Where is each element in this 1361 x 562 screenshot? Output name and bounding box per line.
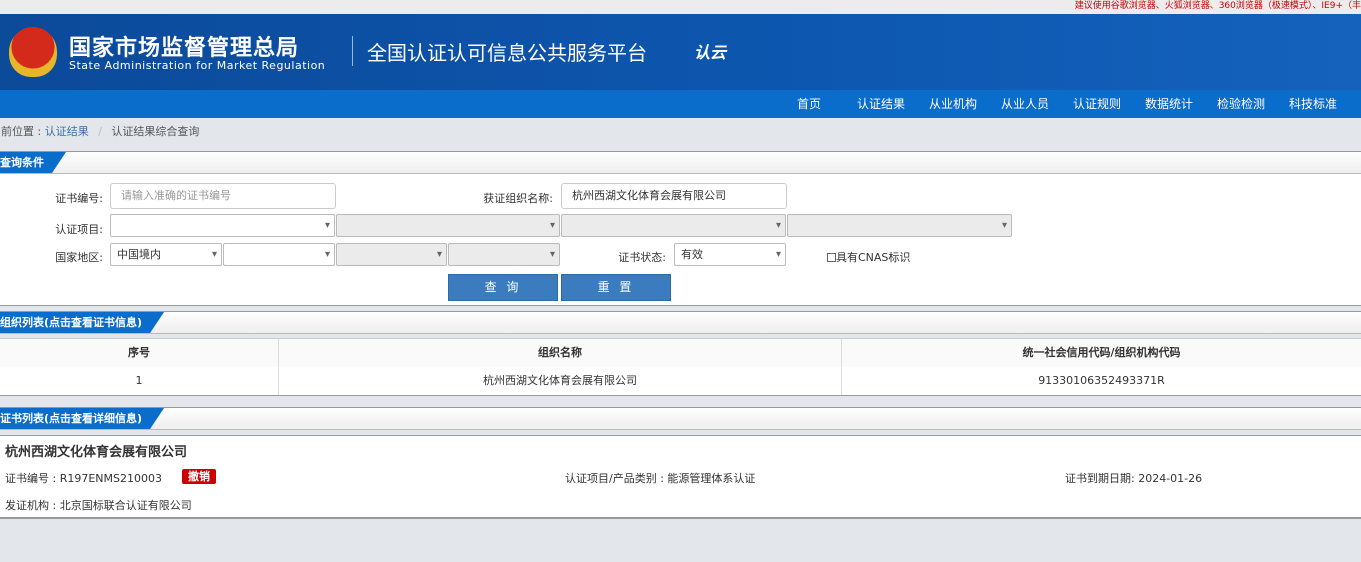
nav-home[interactable]: 首页: [797, 90, 821, 118]
cnas-label: 具有CNAS标识: [836, 251, 911, 264]
region-label: 国家地区:: [55, 251, 103, 264]
org-name-input[interactable]: 杭州西湖文化体育会展有限公司: [561, 183, 787, 209]
project-label: 认证项目:: [55, 223, 103, 236]
cert-card[interactable]: 杭州西湖文化体育会展有限公司 证书编号 : R197ENMS210003 撤销 …: [0, 435, 1361, 519]
section-title: 证书列表(点击查看详细信息): [0, 408, 164, 429]
agency-title-en: State Administration for Market Regulati…: [69, 59, 326, 72]
platform-logo: 认云: [694, 43, 727, 62]
cert-issuer: 发证机构 : 北京国标联合认证有限公司: [5, 499, 192, 512]
project-select-2[interactable]: [336, 214, 560, 237]
cert-number: 证书编号 : R197ENMS210003: [5, 472, 162, 485]
row-credit-code: 91330106352493371R: [1038, 374, 1165, 387]
region-select-4[interactable]: [448, 243, 560, 266]
agency-title: 国家市场监督管理总局: [69, 36, 300, 61]
col-org-name: 组织名称: [279, 339, 842, 367]
nav-statistics[interactable]: 数据统计: [1145, 90, 1193, 118]
status-select[interactable]: 有效: [674, 243, 786, 266]
section-title: 组织列表(点击查看证书信息): [0, 312, 164, 333]
main-nav: 首页 认证结果 从业机构 从业人员 认证规则 数据统计 检验检测 科技标准: [0, 90, 1361, 118]
col-credit-code: 统一社会信用代码/组织机构代码: [842, 339, 1361, 367]
org-name-label: 获证组织名称:: [483, 192, 553, 205]
cert-no-label: 证书编号:: [55, 192, 103, 205]
col-index: 序号: [0, 339, 279, 367]
status-badge: 撤销: [182, 469, 216, 484]
nav-institutions[interactable]: 从业机构: [929, 90, 977, 118]
cert-no-input[interactable]: 请输入准确的证书编号: [110, 183, 336, 209]
nav-standards[interactable]: 科技标准: [1289, 90, 1337, 118]
browser-tip: 建议使用谷歌浏览器、火狐浏览器、360浏览器（极速模式）、IE9+（丰: [1074, 1, 1361, 11]
project-select-4[interactable]: [787, 214, 1012, 237]
table-header: 序号 组织名称 统一社会信用代码/组织机构代码: [0, 339, 1361, 367]
org-table: 序号 组织名称 统一社会信用代码/组织机构代码 1 杭州西湖文化体育会展有限公司…: [0, 338, 1361, 396]
region-select-2[interactable]: [223, 243, 335, 266]
breadcrumb: 当前位置 : 认证结果 / 认证结果综合查询: [0, 118, 1351, 150]
project-select-1[interactable]: [110, 214, 335, 237]
cert-list-section-header: 证书列表(点击查看详细信息): [0, 407, 1361, 430]
query-form: 证书编号: 请输入准确的证书编号 获证组织名称: 杭州西湖文化体育会展有限公司 …: [0, 174, 1361, 306]
breadcrumb-current: 认证结果综合查询: [111, 125, 200, 138]
breadcrumb-cert-results[interactable]: 认证结果: [45, 125, 89, 138]
nav-personnel[interactable]: 从业人员: [1001, 90, 1049, 118]
platform-title: 全国认证认可信息公共服务平台: [367, 41, 647, 65]
breadcrumb-prefix: 当前位置 :: [0, 125, 42, 138]
header-banner: 国家市场监督管理总局 State Administration for Mark…: [0, 14, 1361, 90]
search-button[interactable]: 查 询: [448, 274, 558, 301]
nav-cert-results[interactable]: 认证结果: [857, 90, 905, 118]
status-label: 证书状态:: [618, 251, 666, 264]
divider: [352, 36, 353, 66]
table-row[interactable]: 1 杭州西湖文化体育会展有限公司 91330106352493371R: [0, 367, 1361, 395]
region-select-3[interactable]: [336, 243, 447, 266]
cert-project: 认证项目/产品类别 : 能源管理体系认证: [565, 472, 756, 485]
org-list-section-header: 组织列表(点击查看证书信息): [0, 311, 1361, 334]
breadcrumb-sep: /: [98, 125, 102, 138]
reset-button[interactable]: 重 置: [561, 274, 671, 301]
national-emblem-icon: [9, 27, 57, 77]
row-index: 1: [0, 367, 279, 395]
query-section-header: 查询条件: [0, 151, 1361, 174]
cert-org-name: 杭州西湖文化体育会展有限公司: [5, 445, 188, 460]
row-org-name[interactable]: 杭州西湖文化体育会展有限公司: [279, 367, 842, 395]
section-title: 查询条件: [0, 152, 66, 173]
top-bar: 建议使用谷歌浏览器、火狐浏览器、360浏览器（极速模式）、IE9+（丰: [0, 0, 1361, 14]
nav-testing[interactable]: 检验检测: [1217, 90, 1265, 118]
cert-expiry: 证书到期日期: 2024-01-26: [1065, 472, 1203, 485]
region-select-1[interactable]: 中国境内: [110, 243, 222, 266]
project-select-3[interactable]: [561, 214, 786, 237]
checkbox-icon[interactable]: [827, 253, 836, 262]
cnas-checkbox[interactable]: 具有CNAS标识: [827, 249, 910, 265]
nav-rules[interactable]: 认证规则: [1073, 90, 1121, 118]
